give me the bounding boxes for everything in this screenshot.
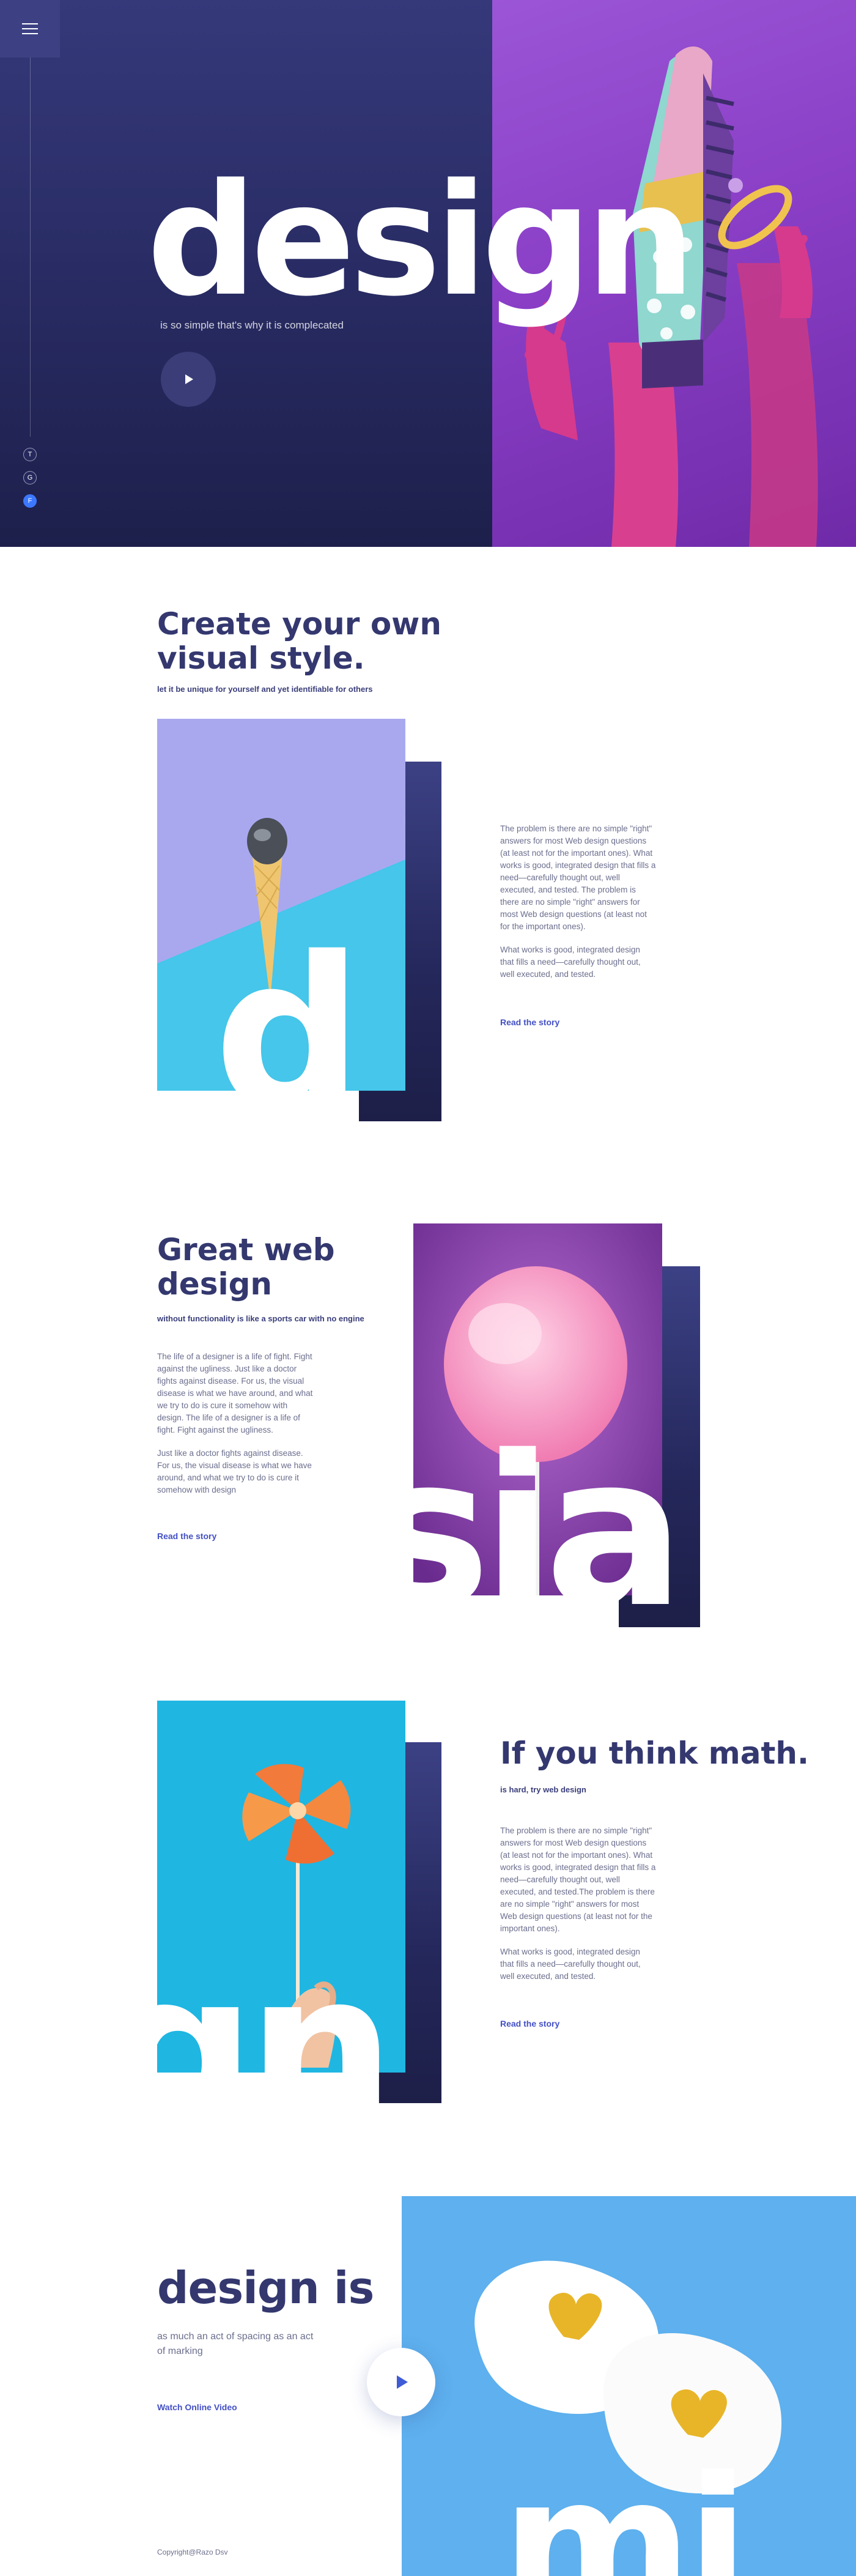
section3-paragraph: The problem is there are no simple "righ… (500, 1826, 656, 1933)
section2-paragraph: The life of a designer is a life of figh… (157, 1352, 313, 1435)
footer-copyright: Copyright@Razo Dsv (157, 2548, 228, 2556)
section1-title-line1: Create your own (157, 606, 441, 642)
section1-body: The problem is there are no simple "righ… (500, 823, 656, 981)
hero-subtitle: is so simple that's why it is complecate… (160, 319, 344, 331)
section2-title-line1: Great web (157, 1232, 335, 1268)
hamburger-icon-bar (22, 28, 38, 29)
section3-paragraph: What works is good, integrated design th… (500, 1947, 641, 1981)
play-icon (397, 2375, 408, 2389)
section1-paragraph: What works is good, integrated design th… (500, 945, 641, 979)
video-play-button[interactable] (367, 2348, 435, 2416)
play-icon (185, 374, 193, 384)
hero-title: design (147, 151, 695, 330)
section1-title-line2: visual style. (157, 640, 365, 676)
social-facebook-button[interactable]: F (23, 494, 37, 508)
section1-title: Create your own visual style. (157, 607, 441, 675)
hamburger-icon (22, 23, 38, 24)
social-google-button[interactable]: G (23, 471, 37, 484)
section3-read-story-link[interactable]: Read the story (500, 2019, 559, 2029)
section1-paragraph: The problem is there are no simple "righ… (500, 824, 656, 931)
section4-subtitle: as much an act of spacing as an act of m… (157, 2331, 314, 2356)
watch-online-video-link[interactable]: Watch Online Video (157, 2402, 237, 2412)
section3-body: The problem is there are no simple "righ… (500, 1825, 656, 1983)
section2-title-line2: design (157, 1266, 272, 1302)
social-twitter-button[interactable]: T (23, 448, 37, 461)
hero-play-button[interactable] (161, 352, 216, 407)
section1-big-letter: d (214, 913, 363, 1155)
hamburger-icon-bar (22, 33, 38, 34)
hero-section: T G F design is so simple that's why it … (0, 0, 856, 547)
menu-button[interactable] (0, 0, 60, 58)
section2-paragraph: Just like a doctor fights against diseas… (157, 1449, 312, 1494)
section2-big-letters: sia (367, 1411, 685, 1654)
section4-title: design is (157, 2262, 374, 2314)
section2-title: Great web design (157, 1233, 335, 1301)
section2-subtitle: without functionality is like a sports c… (157, 1314, 364, 1323)
section3-big-letters: gn (107, 1928, 395, 2170)
hero-vertical-line (30, 58, 31, 437)
section2-read-story-link[interactable]: Read the story (157, 1531, 216, 1541)
section4-big-letters: mi (501, 2438, 749, 2576)
section1-subtitle: let it be unique for yourself and yet id… (157, 685, 373, 694)
section1-read-story-link[interactable]: Read the story (500, 1017, 559, 1027)
section2-body: The life of a designer is a life of figh… (157, 1351, 313, 1496)
section3-subtitle: is hard, try web design (500, 1785, 586, 1794)
section3-title: If you think math. (500, 1735, 809, 1771)
